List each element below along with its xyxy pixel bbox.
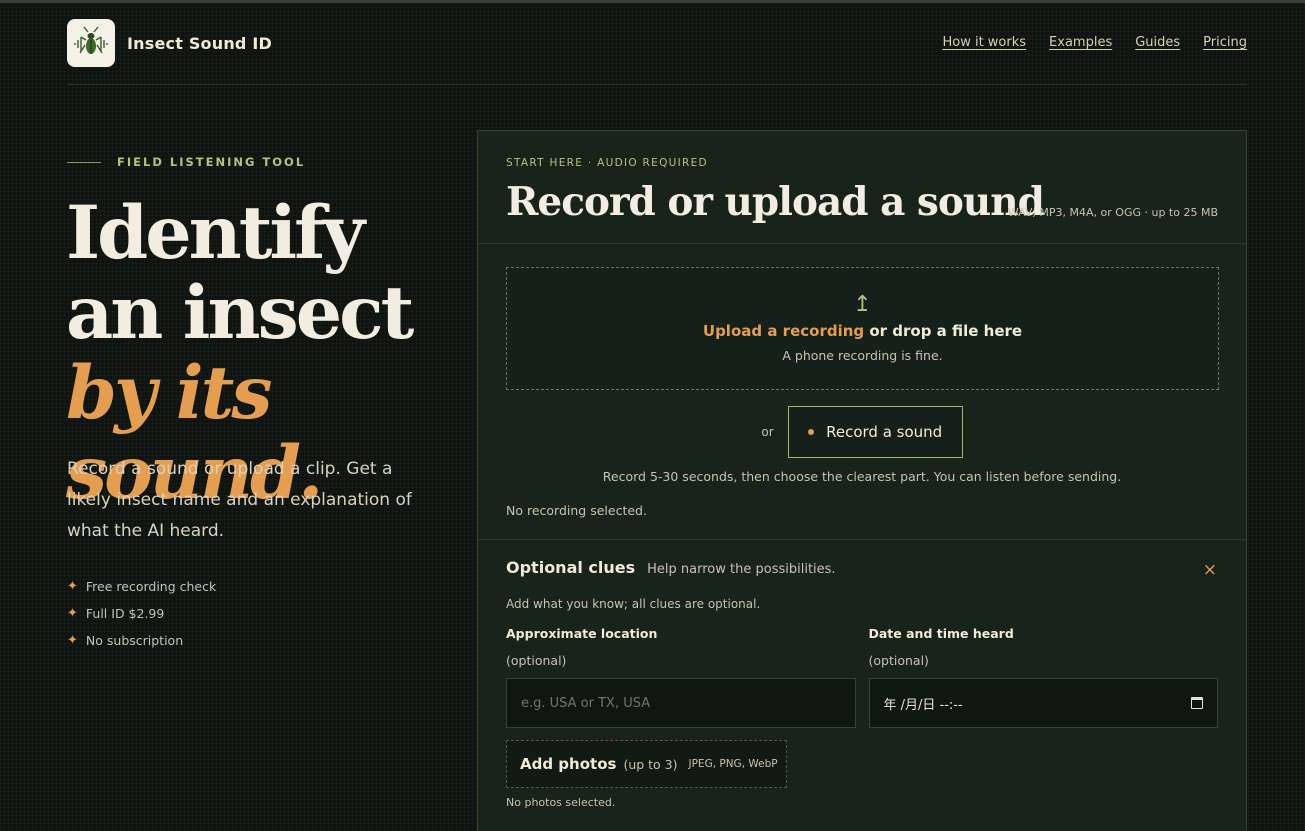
nav-how-it-works[interactable]: How it works	[942, 35, 1026, 50]
perk-label: Free recording check	[85, 579, 217, 594]
dropzone-prompt: Upload a recording or drop a file here	[703, 322, 1022, 340]
file-dropzone[interactable]: ↥ Upload a recording or drop a file here…	[506, 267, 1219, 390]
perk-label: Full ID $2.99	[85, 606, 165, 621]
photos-title: Add photos	[520, 755, 617, 773]
clues-title: Optional clues	[506, 558, 636, 577]
nav-pricing[interactable]: Pricing	[1203, 35, 1247, 50]
datetime-field-group: Date and time heard (optional) 年 /月/日 --…	[868, 626, 1218, 728]
calendar-icon[interactable]	[1191, 697, 1203, 709]
accepted-formats: WAV, MP3, M4A, or OGG · up to 25 MB	[1007, 206, 1218, 219]
dropzone-rest: or drop a file here	[864, 322, 1023, 340]
sparkle-icon: ✦	[67, 579, 78, 594]
brand-name: Insect Sound ID	[127, 33, 272, 53]
eyebrow-text: FIELD LISTENING TOOL	[117, 155, 306, 169]
record-button-label: Record a sound	[826, 423, 943, 441]
record-hint: Record 5-30 seconds, then choose the cle…	[602, 469, 1122, 484]
panel-kicker: START HERE · AUDIO REQUIRED	[506, 157, 708, 169]
photos-types: JPEG, PNG, WebP	[688, 758, 778, 770]
datetime-optional: (optional)	[868, 653, 929, 668]
datetime-label: Date and time heard	[868, 626, 1014, 641]
clues-subtitle: Help narrow the possibilities.	[647, 562, 836, 577]
photos-status: No photos selected.	[506, 796, 616, 809]
sparkle-icon: ✦	[67, 606, 78, 621]
nav-guides[interactable]: Guides	[1135, 35, 1180, 50]
upload-recording-link[interactable]: Upload a recording	[703, 322, 864, 340]
clues-note: Add what you know; all clues are optiona…	[506, 597, 761, 611]
recording-status: No recording selected.	[506, 503, 647, 518]
record-sound-button[interactable]: Record a sound	[787, 406, 963, 458]
perk-item: ✦ Full ID $2.99	[67, 600, 216, 627]
eyebrow-rule	[67, 161, 101, 163]
datetime-value: 年 /月/日 --:--	[883, 697, 963, 713]
perk-item: ✦ No subscription	[67, 627, 216, 654]
or-label: or	[761, 425, 774, 439]
perk-label: No subscription	[85, 633, 184, 648]
photos-limit: (up to 3)	[623, 756, 678, 772]
clues-header: Optional clues Help narrow the possibili…	[506, 558, 1218, 577]
optional-clues-section: Optional clues Help narrow the possibili…	[478, 539, 1246, 809]
datetime-input[interactable]: 年 /月/日 --:--	[868, 678, 1218, 728]
panel-header: START HERE · AUDIO REQUIRED Record or up…	[478, 131, 1246, 244]
dropzone-hint: A phone recording is fine.	[782, 348, 943, 363]
upload-arrow-icon: ↥	[853, 292, 872, 317]
upload-panel: START HERE · AUDIO REQUIRED Record or up…	[477, 130, 1247, 831]
nav-examples[interactable]: Examples	[1049, 35, 1112, 50]
record-dot-icon	[808, 429, 815, 435]
hero-lead: Record a sound or upload a clip. Get a l…	[67, 459, 412, 541]
brand[interactable]: Insect Sound ID	[67, 19, 272, 67]
clue-fields: Approximate location (optional) e.g. USA…	[506, 626, 1218, 728]
perk-item: ✦ Free recording check	[67, 573, 216, 600]
location-input[interactable]: e.g. USA or TX, USA	[506, 678, 856, 728]
headline-main: Identify an insect	[66, 190, 414, 356]
location-label: Approximate location	[506, 626, 658, 641]
hero-eyebrow: FIELD LISTENING TOOL	[67, 155, 305, 169]
location-field-group: Approximate location (optional) e.g. USA…	[506, 626, 856, 728]
record-row: or Record a sound	[478, 406, 1246, 458]
main-nav: How it works Examples Guides Pricing	[942, 35, 1247, 50]
location-optional: (optional)	[506, 653, 567, 668]
sparkle-icon: ✦	[67, 633, 78, 648]
perks-list: ✦ Free recording check ✦ Full ID $2.99 ✦ No…	[67, 573, 216, 654]
top-bar: Insect Sound ID How it works Examples Gu…	[67, 19, 1247, 85]
add-photos-button[interactable]: Add photos (up to 3) JPEG, PNG, WebP	[506, 740, 787, 788]
close-icon[interactable]: ×	[1203, 560, 1217, 580]
cricket-sound-icon	[67, 19, 115, 67]
